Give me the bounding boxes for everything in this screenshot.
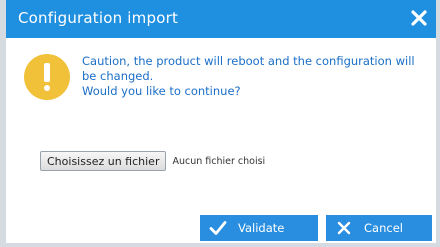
- check-icon: [209, 221, 227, 235]
- configuration-import-dialog: Configuration import Caution, the produc…: [0, 0, 440, 247]
- message-line-3: Would you like to continue?: [82, 84, 241, 98]
- x-icon: [337, 221, 351, 235]
- warning-icon: [24, 54, 70, 100]
- dialog-footer: Validate Cancel: [6, 211, 436, 243]
- dialog-message: Caution, the product will reboot and the…: [82, 54, 436, 99]
- validate-button[interactable]: Validate: [200, 215, 318, 241]
- message-line-1: Caution, the product will reboot and the…: [82, 54, 415, 68]
- message-line-2: be changed.: [82, 69, 154, 83]
- choose-file-button[interactable]: Choisissez un fichier: [40, 151, 167, 171]
- file-picker: Choisissez un fichier Aucun fichier choi…: [40, 151, 265, 171]
- cancel-button[interactable]: Cancel: [326, 215, 432, 241]
- validate-label: Validate: [238, 221, 285, 235]
- close-icon[interactable]: [408, 7, 430, 29]
- cancel-label: Cancel: [364, 221, 403, 235]
- file-status-text: Aucun fichier choisi: [172, 155, 266, 167]
- dialog-title: Configuration import: [18, 9, 179, 27]
- dialog-title-bar: Configuration import: [6, 0, 436, 38]
